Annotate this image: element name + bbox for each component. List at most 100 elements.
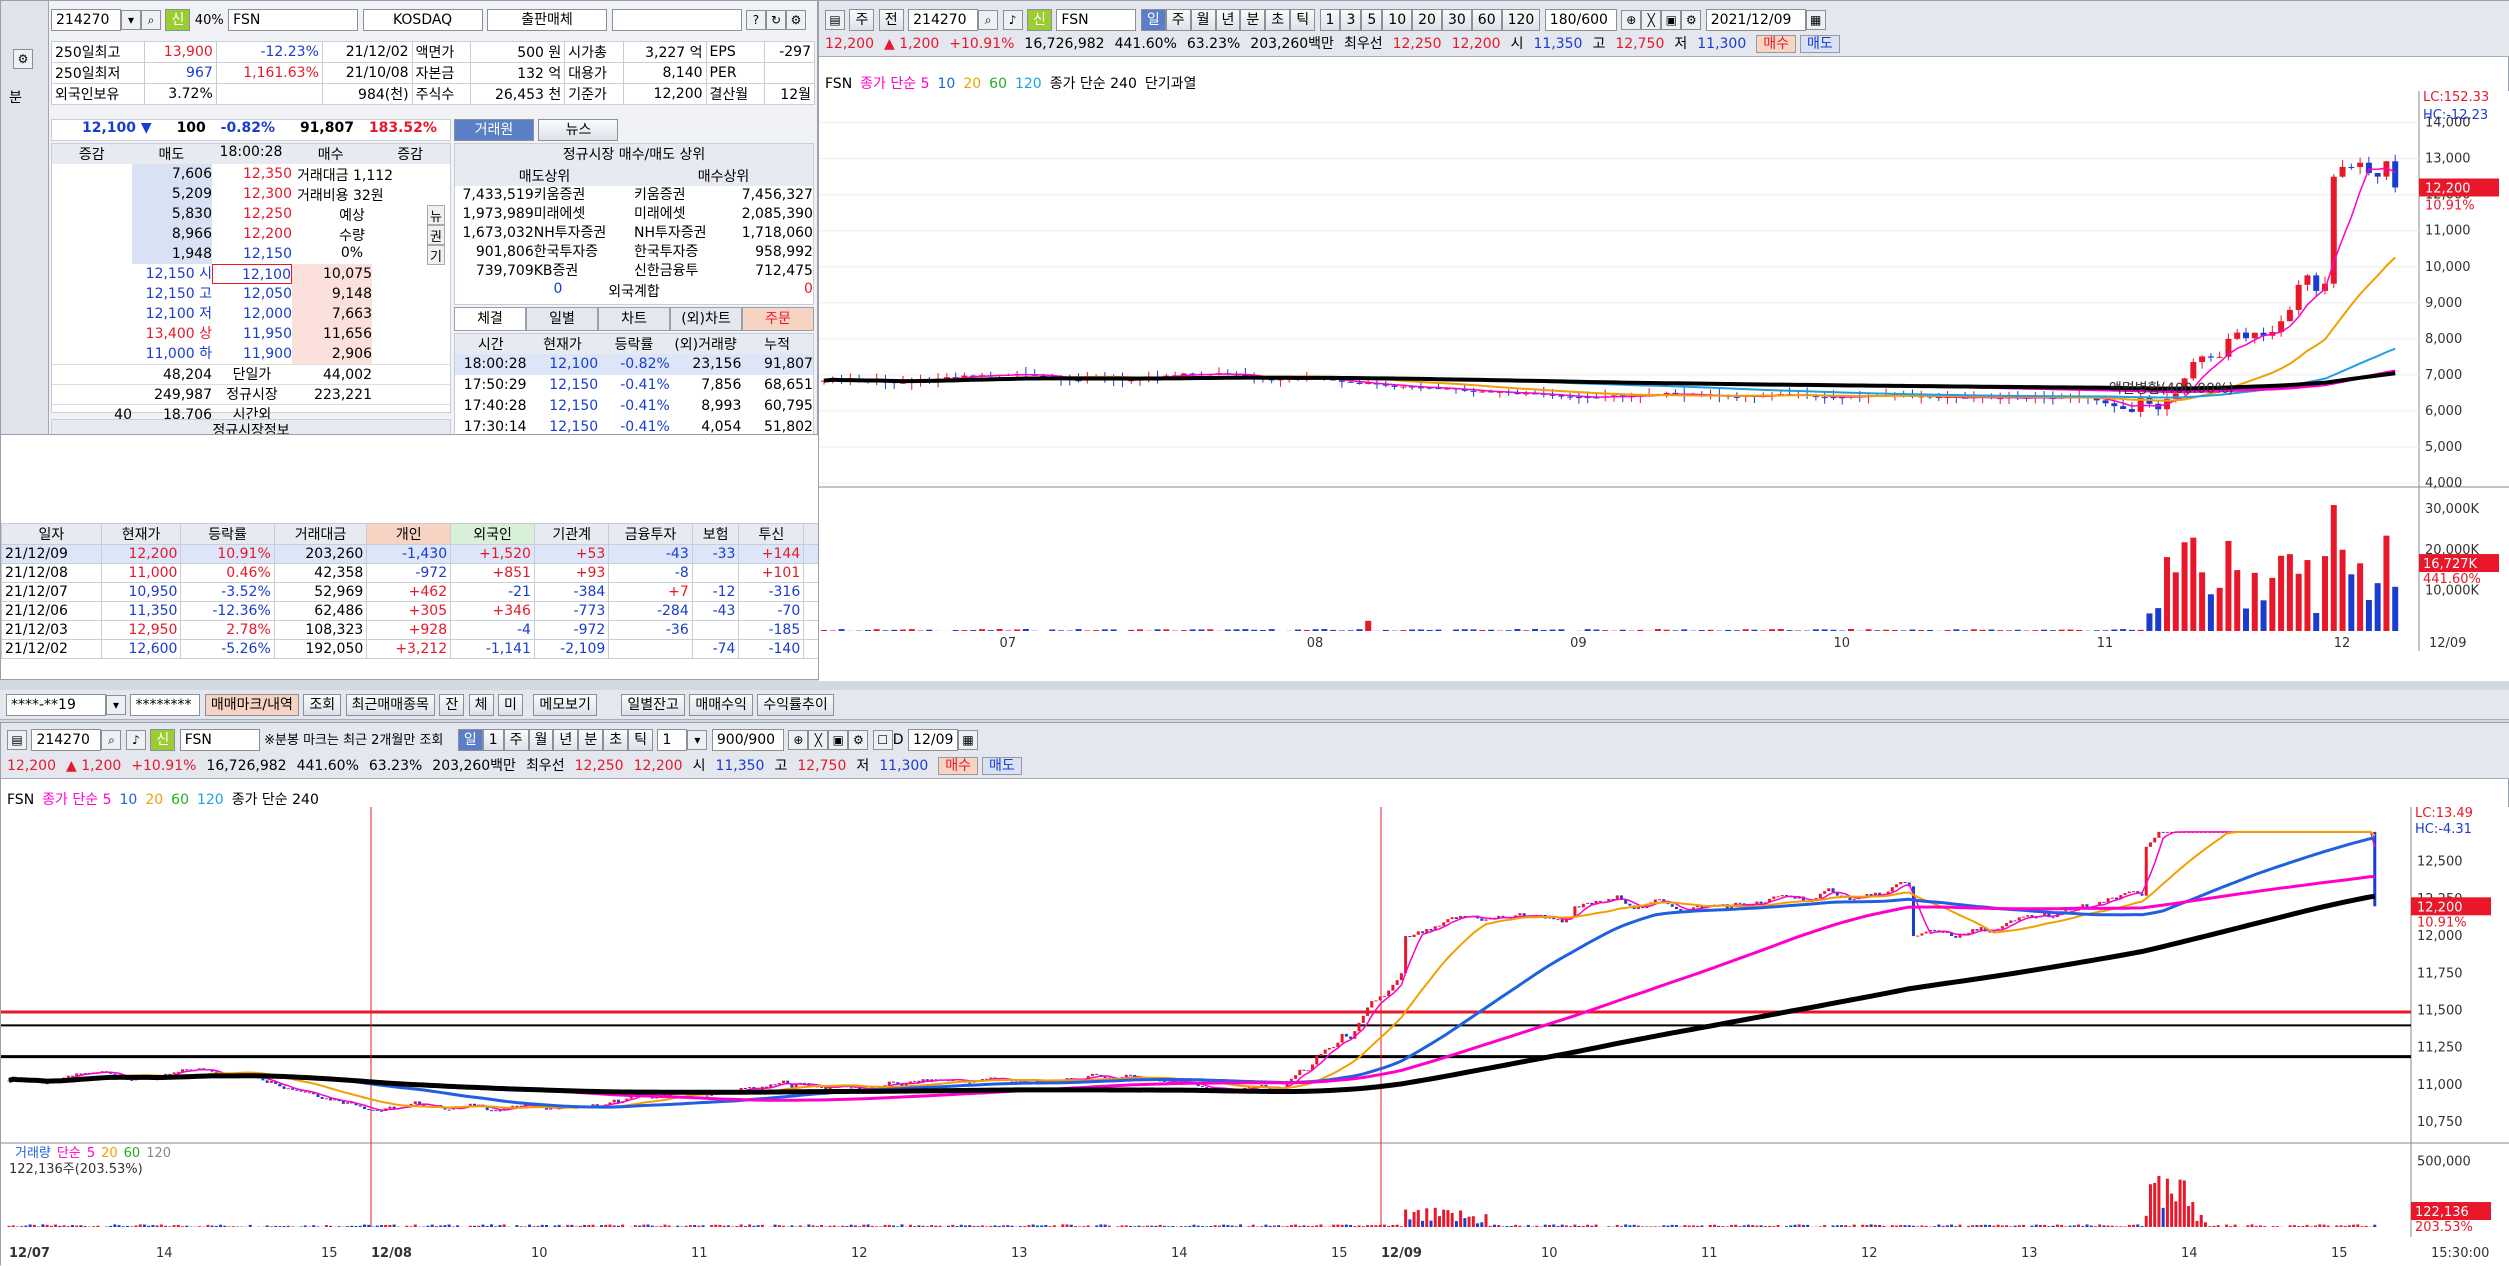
bid-price[interactable]: 12,100 (212, 264, 292, 284)
return-trend-button[interactable]: 수익률추이 (757, 694, 833, 716)
chart2-name-field[interactable]: FSN (180, 729, 260, 751)
period-button[interactable]: 5 (1361, 9, 1382, 31)
ask-price[interactable]: 12,250 (212, 204, 292, 224)
account-input[interactable]: ****-**19 (6, 694, 106, 716)
chart1-canvas[interactable]: 14,00013,00012,00011,00010,0009,0008,000… (819, 91, 2509, 681)
checkbox-icon[interactable]: ☐ (873, 730, 893, 750)
period-button[interactable]: 30 (1442, 9, 1472, 31)
period-button[interactable]: 분 (1240, 9, 1265, 31)
settings-icon[interactable]: ⚙ (786, 10, 806, 30)
save-icon[interactable]: ▣ (1661, 10, 1681, 30)
period-button[interactable]: 분 (578, 729, 603, 751)
chart2-date-input[interactable]: 12/09 (908, 729, 958, 751)
tab-broker[interactable]: 거래원 (454, 119, 534, 141)
password-input[interactable]: ******** (130, 694, 200, 716)
chart2-minute-input[interactable]: 1 (657, 729, 687, 751)
chart2-code-input[interactable]: 214270 (31, 729, 101, 751)
chart1-name-field[interactable]: FSN (1056, 9, 1136, 31)
trade-mark-button[interactable]: 매매마크/내역 (205, 694, 299, 716)
filled-button[interactable]: 체 (469, 694, 494, 716)
buy-button[interactable]: 매수 (938, 757, 978, 775)
period-button[interactable]: 초 (1265, 9, 1290, 31)
settings-icon[interactable]: ⚙ (1681, 10, 1701, 30)
buy-button[interactable]: 매수 (1756, 35, 1796, 53)
period-button[interactable]: 10 (1382, 9, 1412, 31)
ask-side-tab[interactable]: 뉴 (427, 205, 445, 225)
search-icon[interactable]: ⌕ (978, 10, 998, 30)
daily-balance-button[interactable]: 일별잔고 (621, 694, 685, 716)
period-button[interactable]: 틱 (1290, 9, 1315, 31)
prev-button[interactable]: 전 (879, 9, 904, 31)
ask-price[interactable]: 12,350 (212, 164, 292, 184)
unfilled-button[interactable]: 미 (498, 694, 523, 716)
refresh-icon[interactable]: ↻ (766, 10, 786, 30)
help-icon[interactable]: ? (746, 10, 766, 30)
bid-price[interactable]: 12,000 (212, 304, 292, 324)
period-button[interactable]: 년 (553, 729, 578, 751)
volume-bar (1992, 1226, 1995, 1227)
chart1-count[interactable]: 180/600 (1545, 9, 1617, 31)
period-button[interactable]: 20 (1412, 9, 1442, 31)
ask-side-tab[interactable]: 권 (427, 225, 445, 245)
calendar-icon[interactable]: ▦ (1806, 10, 1826, 30)
save-icon[interactable]: ▣ (828, 730, 848, 750)
chart2-canvas[interactable]: 12,50012,25012,00011,75011,50011,25011,0… (1, 807, 2509, 1266)
bid-price[interactable]: 11,950 (212, 324, 292, 344)
chart2-count[interactable]: 900/900 (712, 729, 784, 751)
tab-trade[interactable]: 차트 (598, 307, 670, 331)
bid-price[interactable]: 12,050 (212, 284, 292, 304)
tab-trade[interactable]: (외)차트 (670, 307, 742, 331)
search-icon[interactable]: ⌕ (141, 10, 161, 30)
ask-side-tab[interactable]: 기 (427, 245, 445, 265)
balance-button[interactable]: 잔 (439, 694, 464, 716)
search-icon[interactable]: ⌕ (101, 730, 121, 750)
stock-name-field[interactable]: FSN (228, 9, 358, 31)
period-button[interactable]: 3 (1340, 9, 1361, 31)
sell-button[interactable]: 매도 (982, 757, 1022, 775)
period-button[interactable]: 초 (603, 729, 628, 751)
calendar-icon[interactable]: ▦ (958, 730, 978, 750)
tab-news[interactable]: 뉴스 (538, 119, 618, 141)
chevron-down-icon[interactable]: ▾ (106, 695, 126, 715)
memo-button[interactable]: 메모보기 (533, 694, 597, 716)
period-button[interactable]: 120 (1502, 9, 1541, 31)
chart1-code-input[interactable]: 214270 (908, 9, 978, 31)
period-button[interactable]: 월 (529, 729, 554, 751)
stock-code-input[interactable]: 214270 (51, 9, 121, 31)
period-button[interactable]: 주 (1166, 9, 1191, 31)
ask-price[interactable]: 12,300 (212, 184, 292, 204)
chevron-down-icon[interactable]: ▾ (121, 10, 141, 30)
period-button[interactable]: 년 (1216, 9, 1241, 31)
bid-price[interactable]: 11,900 (212, 344, 292, 364)
recent-trades-button[interactable]: 최근매매종목 (346, 694, 435, 716)
query-button[interactable]: 조회 (303, 694, 341, 716)
tab-trade[interactable]: 주문 (742, 307, 814, 331)
period-button[interactable]: 60 (1472, 9, 1502, 31)
period-button[interactable]: 1 (1320, 9, 1341, 31)
gear-icon[interactable]: ⚙ (13, 49, 33, 69)
layout-icon[interactable]: ▤ (825, 10, 845, 30)
tab-trade[interactable]: 체결 (454, 307, 526, 331)
speaker-icon[interactable]: ♪ (126, 730, 146, 750)
settings-icon[interactable]: ⚙ (848, 730, 868, 750)
sell-button[interactable]: 매도 (1800, 35, 1840, 53)
chart1-date-input[interactable]: 2021/12/09 (1706, 9, 1806, 31)
period-button[interactable]: 일 (1141, 9, 1166, 31)
ask-price[interactable]: 12,150 (212, 244, 292, 264)
chart-type-icon[interactable]: ╳ (808, 730, 828, 750)
crosshair-icon[interactable]: ⊕ (788, 730, 808, 750)
layout-icon[interactable]: ▤ (7, 730, 27, 750)
chart-type-icon[interactable]: ╳ (1641, 10, 1661, 30)
trade-profit-button[interactable]: 매매수익 (689, 694, 753, 716)
ask-price[interactable]: 12,200 (212, 224, 292, 244)
tab-trade[interactable]: 일별 (526, 307, 598, 331)
crosshair-icon[interactable]: ⊕ (1621, 10, 1641, 30)
period-button[interactable]: 월 (1191, 9, 1216, 31)
period-button[interactable]: 틱 (628, 729, 653, 751)
period-button[interactable]: 1 (483, 729, 504, 751)
speaker-icon[interactable]: ♪ (1003, 10, 1023, 30)
chevron-down-icon[interactable]: ▾ (687, 730, 707, 750)
period-button[interactable]: 주 (504, 729, 529, 751)
period-button[interactable]: 일 (458, 729, 483, 751)
main-button[interactable]: 주 (849, 9, 874, 31)
